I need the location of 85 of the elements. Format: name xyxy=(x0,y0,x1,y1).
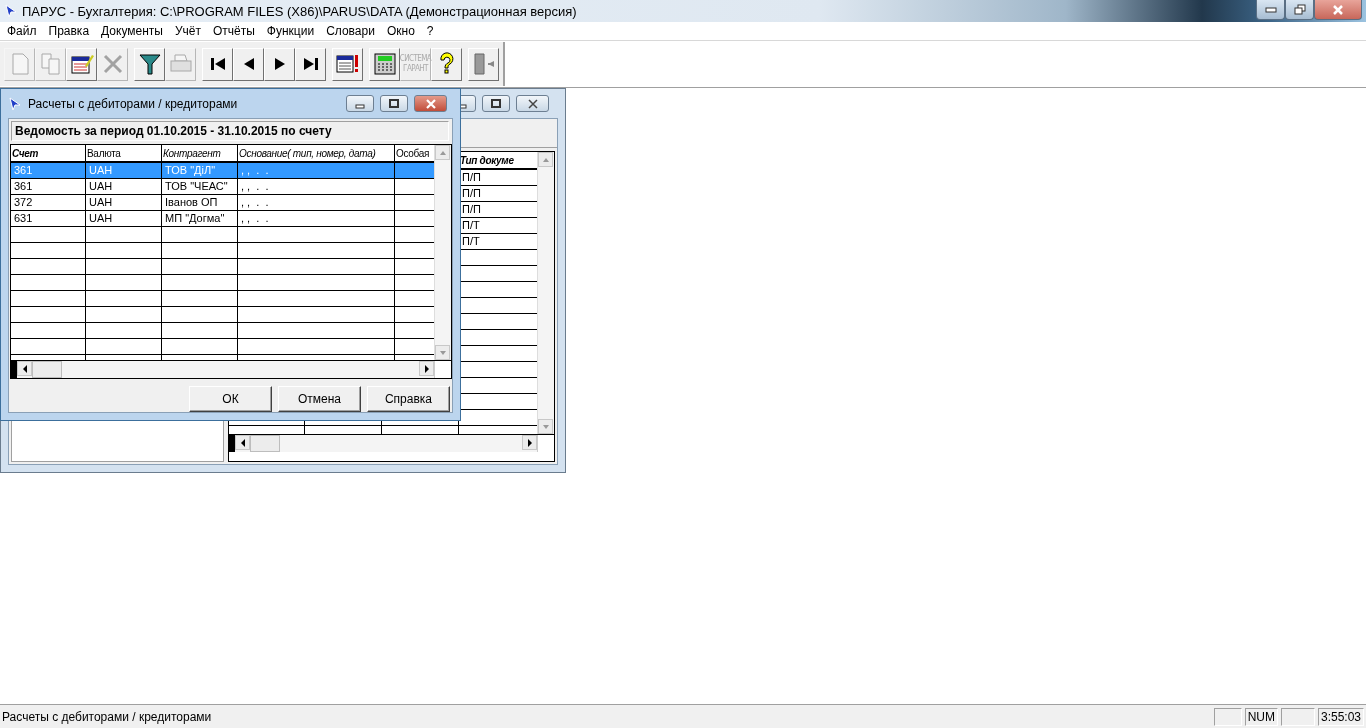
table-cell: UAH xyxy=(86,211,162,226)
menu-item[interactable]: Функции xyxy=(261,24,322,38)
toolbar-button[interactable] xyxy=(66,47,97,81)
toolbar-button[interactable] xyxy=(431,47,462,81)
app-icon xyxy=(8,96,22,111)
garant-logo: СИСТЕМА ГАРАНТ xyxy=(399,54,432,74)
menu-item[interactable]: Отчёты xyxy=(207,24,262,38)
table-cell: , , . . xyxy=(238,179,395,194)
maximize-icon xyxy=(388,98,400,109)
table-exclamation-icon xyxy=(335,52,360,76)
column-header[interactable]: Контрагент xyxy=(162,145,238,161)
maximize-button[interactable] xyxy=(380,95,408,112)
close-icon xyxy=(1332,4,1344,15)
table-cell: , , . . xyxy=(238,195,395,210)
status-indicator: NUM xyxy=(1244,707,1278,726)
restore-icon xyxy=(1293,4,1306,15)
table-cell: UAH xyxy=(86,163,162,178)
report-heading: Ведомость за период 01.10.2015 - 31.10.2015 по счету xyxy=(11,121,449,141)
table-row[interactable]: 361 UAH ТОВ "ЧЕАС" , , . . xyxy=(11,179,434,195)
dialog-button[interactable]: ОК xyxy=(189,386,272,412)
menu-item[interactable]: Учёт xyxy=(169,24,208,38)
app-icon xyxy=(4,4,18,18)
table-cell-text: П/Т xyxy=(461,218,481,233)
maximize-icon xyxy=(490,98,502,109)
table-cell: 361 xyxy=(11,179,86,194)
filter-icon xyxy=(137,52,162,76)
close-button[interactable] xyxy=(414,95,447,112)
table-cell: , , . . xyxy=(238,163,395,178)
menu-item[interactable]: Правка xyxy=(43,24,97,38)
table-row[interactable]: 631 UAH МП "Догма" , , . . xyxy=(11,211,434,227)
table-cell: ТОВ "ЧЕАС" xyxy=(162,179,238,194)
table-cell: 372 xyxy=(11,195,86,210)
calculator-icon xyxy=(372,52,397,76)
table-cell: ТОВ "ДіЛ" xyxy=(162,163,238,178)
status-clock: 3:55:03 xyxy=(1317,707,1364,726)
close-icon xyxy=(526,98,539,109)
table-cell: UAH xyxy=(86,195,162,210)
scroll-right-button[interactable] xyxy=(522,435,537,450)
table-row[interactable]: 372 UAH Іванов ОП , , . . xyxy=(11,195,434,211)
close-button[interactable] xyxy=(1314,0,1362,20)
minimize-button[interactable] xyxy=(1256,0,1285,20)
close-button[interactable] xyxy=(516,95,549,112)
column-header[interactable]: Валюта xyxy=(86,145,162,161)
close-icon xyxy=(424,98,437,109)
menu-item[interactable]: ? xyxy=(421,24,441,38)
menu-item[interactable]: Документы xyxy=(96,24,170,38)
table-cell-text: П/П xyxy=(461,202,482,217)
toolbar-button[interactable] xyxy=(202,47,233,81)
column-header: Тип докуме xyxy=(459,154,515,168)
table-cell: UAH xyxy=(86,179,162,194)
scroll-right-button[interactable] xyxy=(419,361,434,376)
scroll-thumb[interactable] xyxy=(250,435,280,452)
toolbar-button[interactable] xyxy=(295,47,326,81)
menu-item[interactable]: Окно xyxy=(381,24,422,38)
table-cell-text: П/П xyxy=(461,186,482,201)
dialog-title: Расчеты с дебиторами / кредиторами xyxy=(28,96,238,111)
table-cell: МП "Догма" xyxy=(162,211,238,226)
dialog-button[interactable]: Отмена xyxy=(278,386,361,412)
table-cell: Іванов ОП xyxy=(162,195,238,210)
status-text: Расчеты с дебиторами / кредиторами xyxy=(1,709,213,724)
window-title: ПАРУС - Бухгалтерия: C:\PROGRAM FILES (X86)\PARUS\DATA (Демонстрационная версия) xyxy=(22,3,577,19)
table-cell: , , . . xyxy=(238,211,395,226)
minimize-icon xyxy=(1264,6,1277,13)
restore-button[interactable] xyxy=(1285,0,1314,20)
scroll-left-button[interactable] xyxy=(17,361,32,376)
scroll-thumb[interactable] xyxy=(32,361,62,378)
scroll-left-button[interactable] xyxy=(235,435,250,450)
table-cell: 631 xyxy=(11,211,86,226)
column-header[interactable]: Основание( тип, номер, дата) xyxy=(238,145,395,161)
toolbar-button[interactable] xyxy=(332,47,363,81)
table-cell-text: П/Т xyxy=(461,234,481,249)
toolbar-button[interactable] xyxy=(233,47,264,81)
maximize-button[interactable] xyxy=(482,95,510,112)
dialog-button[interactable]: Справка xyxy=(367,386,450,412)
table-pencil-icon xyxy=(69,52,94,76)
table-cell-text: П/П xyxy=(461,170,482,185)
minimize-button[interactable] xyxy=(346,95,374,112)
menu-item[interactable]: Словари xyxy=(321,24,382,38)
table-cell: 361 xyxy=(11,163,86,178)
copy-icon xyxy=(38,52,63,76)
toolbar-button[interactable] xyxy=(134,47,165,81)
door-arrow-icon xyxy=(471,52,496,76)
menu-item[interactable]: Файл xyxy=(2,24,44,38)
toolbar-button[interactable] xyxy=(264,47,295,81)
column-header[interactable]: Счет xyxy=(11,145,86,161)
